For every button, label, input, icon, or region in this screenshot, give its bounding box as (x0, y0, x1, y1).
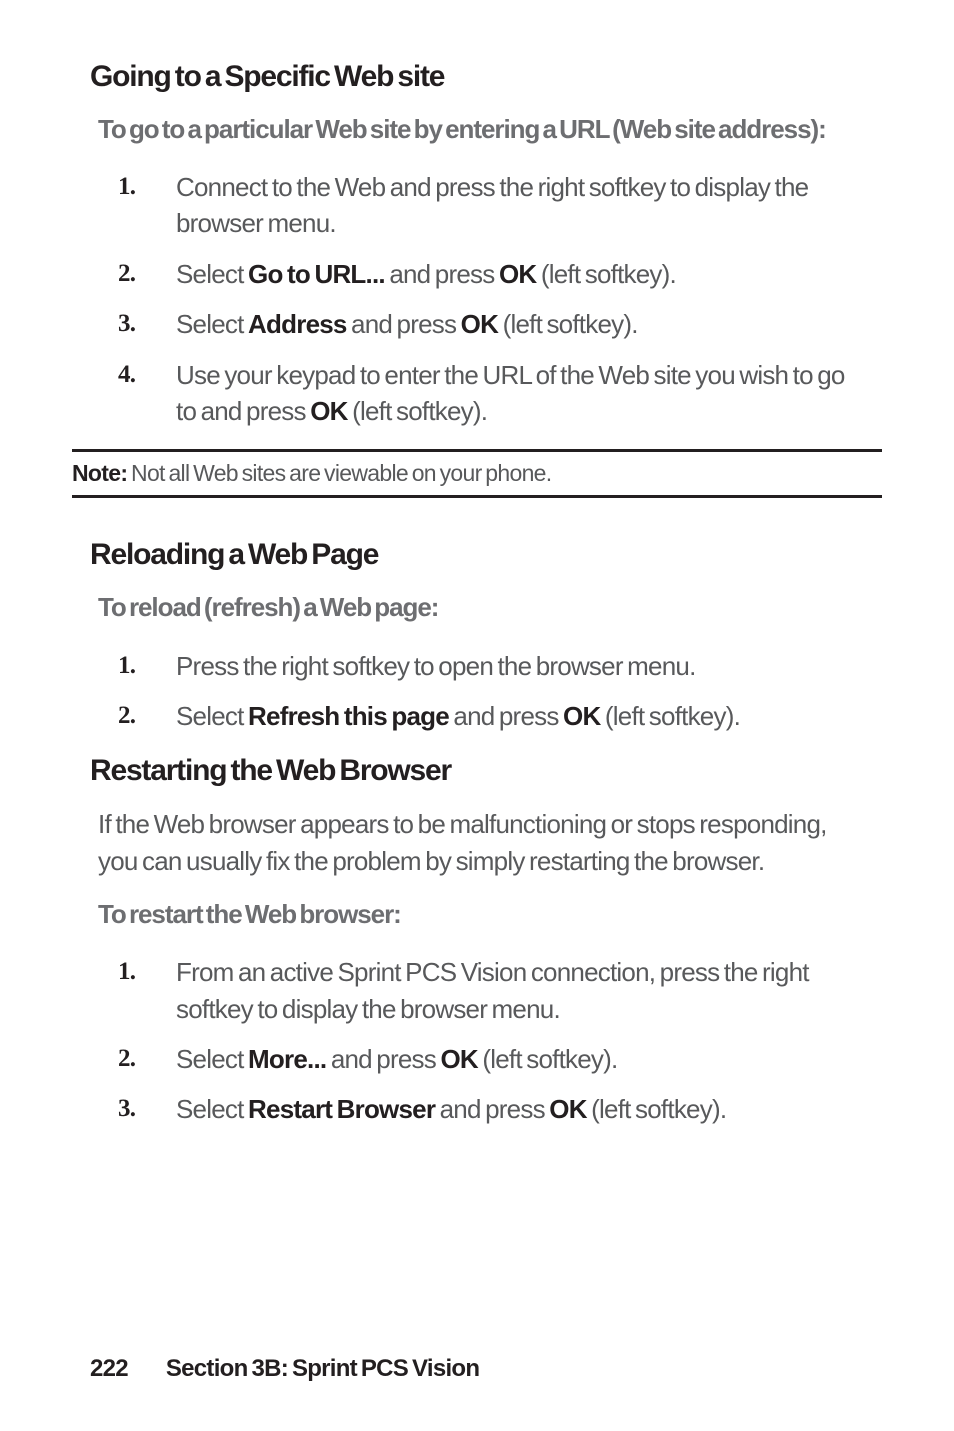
list-item: Connect to the Web and press the right s… (118, 169, 864, 242)
note-text: Note: Not all Web sites are viewable on … (72, 460, 882, 487)
list-item: Select More... and press OK (left softke… (118, 1041, 864, 1077)
section2-intro: To reload (refresh) a Web page: (90, 590, 864, 625)
list-item: Select Refresh this page and press OK (l… (118, 698, 864, 734)
section3-heading: Restarting the Web Browser (90, 754, 864, 788)
footer-section: Section 3B: Sprint PCS Vision (166, 1355, 479, 1382)
list-item: Press the right softkey to open the brow… (118, 648, 864, 684)
list-item: Use your keypad to enter the URL of the … (118, 357, 864, 430)
page-number: 222 (90, 1355, 128, 1382)
list-item: Select Address and press OK (left softke… (118, 306, 864, 342)
page-footer: 222 Section 3B: Sprint PCS Vision (90, 1355, 479, 1383)
section1-heading: Going to a Specific Web site (90, 60, 864, 94)
list-item: Select Go to URL... and press OK (left s… (118, 256, 864, 292)
note-box: Note: Not all Web sites are viewable on … (72, 449, 882, 498)
section2-list: Press the right softkey to open the brow… (90, 648, 864, 735)
section1-intro: To go to a particular Web site by enteri… (90, 112, 864, 147)
section3-body: If the Web browser appears to be malfunc… (90, 806, 864, 879)
list-item: Select Restart Browser and press OK (lef… (118, 1091, 864, 1127)
section1-list: Connect to the Web and press the right s… (90, 169, 864, 429)
section3-list: From an active Sprint PCS Vision connect… (90, 954, 864, 1128)
section2-heading: Reloading a Web Page (90, 538, 864, 572)
section3-intro: To restart the Web browser: (90, 897, 864, 932)
list-item: From an active Sprint PCS Vision connect… (118, 954, 864, 1027)
